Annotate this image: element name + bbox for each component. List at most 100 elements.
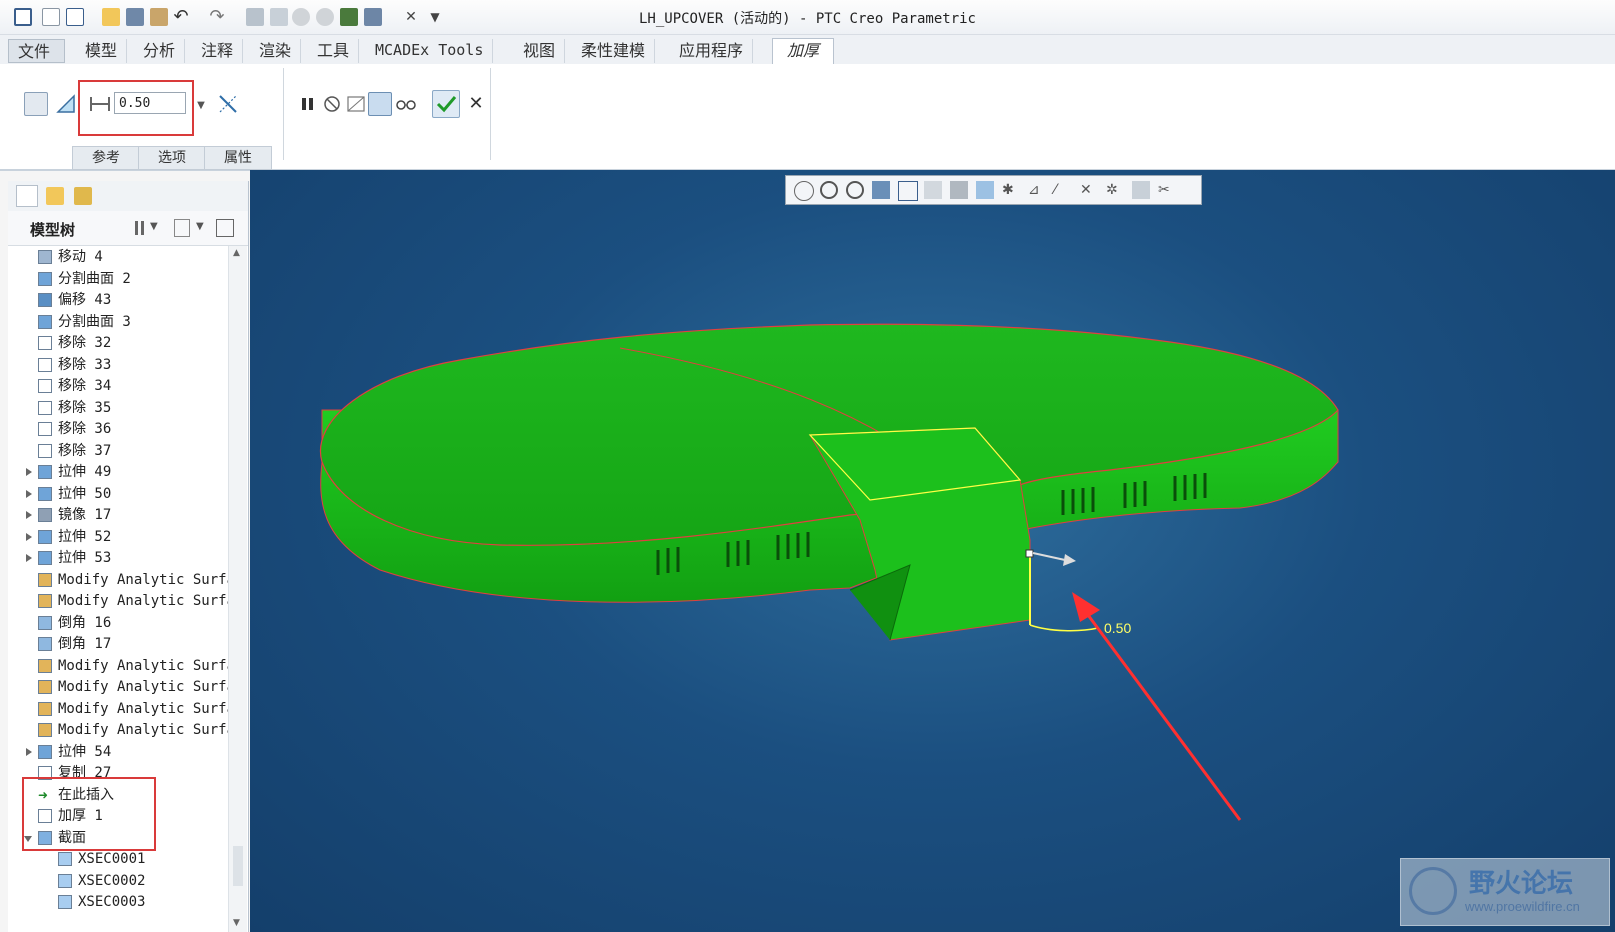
surface-icon[interactable] xyxy=(54,92,78,116)
annotations-icon[interactable]: ✲ xyxy=(1106,181,1124,199)
forum-logo xyxy=(1409,867,1457,915)
tree-item[interactable]: Modify Analytic Surfa xyxy=(8,655,228,677)
settings-icon[interactable] xyxy=(132,219,148,237)
tab-model[interactable]: 模型 xyxy=(76,39,128,63)
expand-arrow-icon[interactable] xyxy=(26,747,32,756)
tab-annotate[interactable]: 注释 xyxy=(192,39,244,63)
expand-arrow-icon[interactable] xyxy=(26,468,32,476)
tree-item[interactable]: 移除 34 xyxy=(8,375,228,397)
tree-item[interactable]: 移除 36 xyxy=(8,418,228,440)
tree-item[interactable]: XSEC0003 xyxy=(8,891,228,913)
check-model-icon[interactable] xyxy=(344,92,368,116)
flip-direction-icon[interactable] xyxy=(216,92,240,116)
tree-item[interactable]: 移除 35 xyxy=(8,397,228,419)
no-preview-icon[interactable] xyxy=(320,92,344,116)
tree-item[interactable]: Modify Analytic Surfa xyxy=(8,698,228,720)
tree-item[interactable]: 拉伸 54 xyxy=(8,741,228,763)
xsec-icon xyxy=(58,852,72,866)
tree-item[interactable]: 倒角 17 xyxy=(8,633,228,655)
solid-icon[interactable] xyxy=(24,92,48,116)
tree-item[interactable]: 分割曲面 3 xyxy=(8,311,228,333)
tree-item[interactable]: 拉伸 50 xyxy=(8,483,228,505)
tree-item[interactable]: 移动 4 xyxy=(8,246,228,268)
repaint-icon[interactable] xyxy=(872,181,890,199)
folder-browser-tab-icon[interactable] xyxy=(46,187,64,205)
tree-item[interactable]: 移除 33 xyxy=(8,354,228,376)
tree-item[interactable]: 倒角 16 xyxy=(8,612,228,634)
datum-points-icon[interactable]: ⁄ xyxy=(1054,181,1072,199)
tree-item[interactable]: Modify Analytic Surfa xyxy=(8,590,228,612)
tree-item[interactable]: XSEC0001 xyxy=(8,848,228,870)
tab-flexible-modeling[interactable]: 柔性建模 xyxy=(572,39,656,63)
tab-mcadex-tools[interactable]: MCADEx Tools xyxy=(366,39,494,63)
tab-render[interactable]: 渲染 xyxy=(250,39,302,63)
annotation-display-icon[interactable]: ✂ xyxy=(1158,181,1176,199)
subtab-properties[interactable]: 属性 xyxy=(204,146,272,170)
tree-item[interactable]: 移除 32 xyxy=(8,332,228,354)
cancel-x-icon[interactable]: ✕ xyxy=(464,94,488,118)
tree-item-label: 移除 35 xyxy=(58,399,112,416)
tab-analysis[interactable]: 分析 xyxy=(134,39,186,63)
xsec-icon xyxy=(58,873,72,888)
tab-tools[interactable]: 工具 xyxy=(308,39,360,63)
remove-icon xyxy=(38,400,52,415)
tree-item[interactable]: 拉伸 52 xyxy=(8,526,228,548)
datum-axes-icon[interactable]: ⊿ xyxy=(1028,181,1046,199)
tree-item[interactable]: 镜像 17 xyxy=(8,504,228,526)
remove-icon xyxy=(38,379,52,393)
tree-item-label: Modify Analytic Surfa xyxy=(58,700,228,717)
favorites-tab-icon[interactable] xyxy=(74,187,92,205)
tree-item[interactable]: 拉伸 49 xyxy=(8,461,228,483)
mirror-icon xyxy=(38,508,52,522)
datum-planes-icon[interactable]: ✱ xyxy=(1002,181,1020,199)
scroll-up-icon[interactable]: ▲ xyxy=(233,248,240,258)
thickness-value-input[interactable]: 0.50 xyxy=(114,92,186,114)
model-tree-title: 模型树 xyxy=(30,221,76,239)
tab-view[interactable]: 视图 xyxy=(514,39,566,63)
coordinate-systems-icon[interactable]: ✕ xyxy=(1080,181,1098,199)
modify-surface-icon xyxy=(38,572,52,587)
zoom-out-icon[interactable] xyxy=(846,181,864,199)
scroll-thumb[interactable] xyxy=(233,846,243,886)
forum-url: www.proewildfire.cn xyxy=(1465,899,1580,914)
expand-arrow-icon[interactable] xyxy=(26,489,32,498)
expand-arrow-icon[interactable] xyxy=(26,511,32,519)
graphics-viewport[interactable]: 0.50 xyxy=(250,170,1615,932)
verify-icon[interactable] xyxy=(368,92,392,116)
show-dropdown-icon[interactable]: ▼ xyxy=(196,221,204,232)
zoom-in-icon[interactable] xyxy=(820,181,838,199)
perspective-icon[interactable] xyxy=(976,181,994,199)
tab-applications[interactable]: 应用程序 xyxy=(670,39,754,63)
display-style-icon[interactable] xyxy=(898,181,918,201)
subtab-options[interactable]: 选项 xyxy=(138,146,206,170)
show-options-icon[interactable] xyxy=(174,219,190,237)
tree-item[interactable]: Modify Analytic Surfa xyxy=(8,719,228,741)
tree-columns-icon[interactable] xyxy=(216,219,234,237)
dimension-label[interactable]: 0.50 xyxy=(1104,620,1131,636)
settings-dropdown-icon[interactable]: ▼ xyxy=(150,221,158,232)
tree-item[interactable]: Modify Analytic Surfa xyxy=(8,569,228,591)
saved-views-icon[interactable] xyxy=(924,181,942,199)
tree-item[interactable]: Modify Analytic Surfa xyxy=(8,676,228,698)
tab-file[interactable]: 文件▾ xyxy=(8,39,65,84)
refit-icon[interactable] xyxy=(794,181,814,201)
spin-center-icon[interactable] xyxy=(1132,181,1150,199)
value-dropdown-icon[interactable]: ▼ xyxy=(194,98,208,114)
tree-scrollbar[interactable]: ▲ ▼ xyxy=(228,246,247,932)
subtab-references[interactable]: 参考 xyxy=(72,146,140,170)
view-manager-icon[interactable] xyxy=(950,181,968,199)
tree-item[interactable]: 移除 37 xyxy=(8,440,228,462)
tab-thicken[interactable]: 加厚 xyxy=(772,38,834,65)
expand-arrow-icon[interactable] xyxy=(26,532,32,541)
tree-item[interactable]: 分割曲面 2 xyxy=(8,268,228,290)
expand-arrow-icon[interactable] xyxy=(26,554,32,562)
pause-icon[interactable] xyxy=(296,92,320,116)
scroll-down-icon[interactable]: ▼ xyxy=(233,918,240,928)
tree-item[interactable]: XSEC0002 xyxy=(8,870,228,892)
drag-handle[interactable] xyxy=(1025,549,1034,558)
ok-check-icon[interactable] xyxy=(432,90,460,118)
tree-item[interactable]: 偏移 43 xyxy=(8,289,228,311)
model-tree-tab-icon[interactable] xyxy=(16,185,38,207)
glasses-icon[interactable] xyxy=(394,92,418,116)
tree-item[interactable]: 拉伸 53 xyxy=(8,547,228,569)
